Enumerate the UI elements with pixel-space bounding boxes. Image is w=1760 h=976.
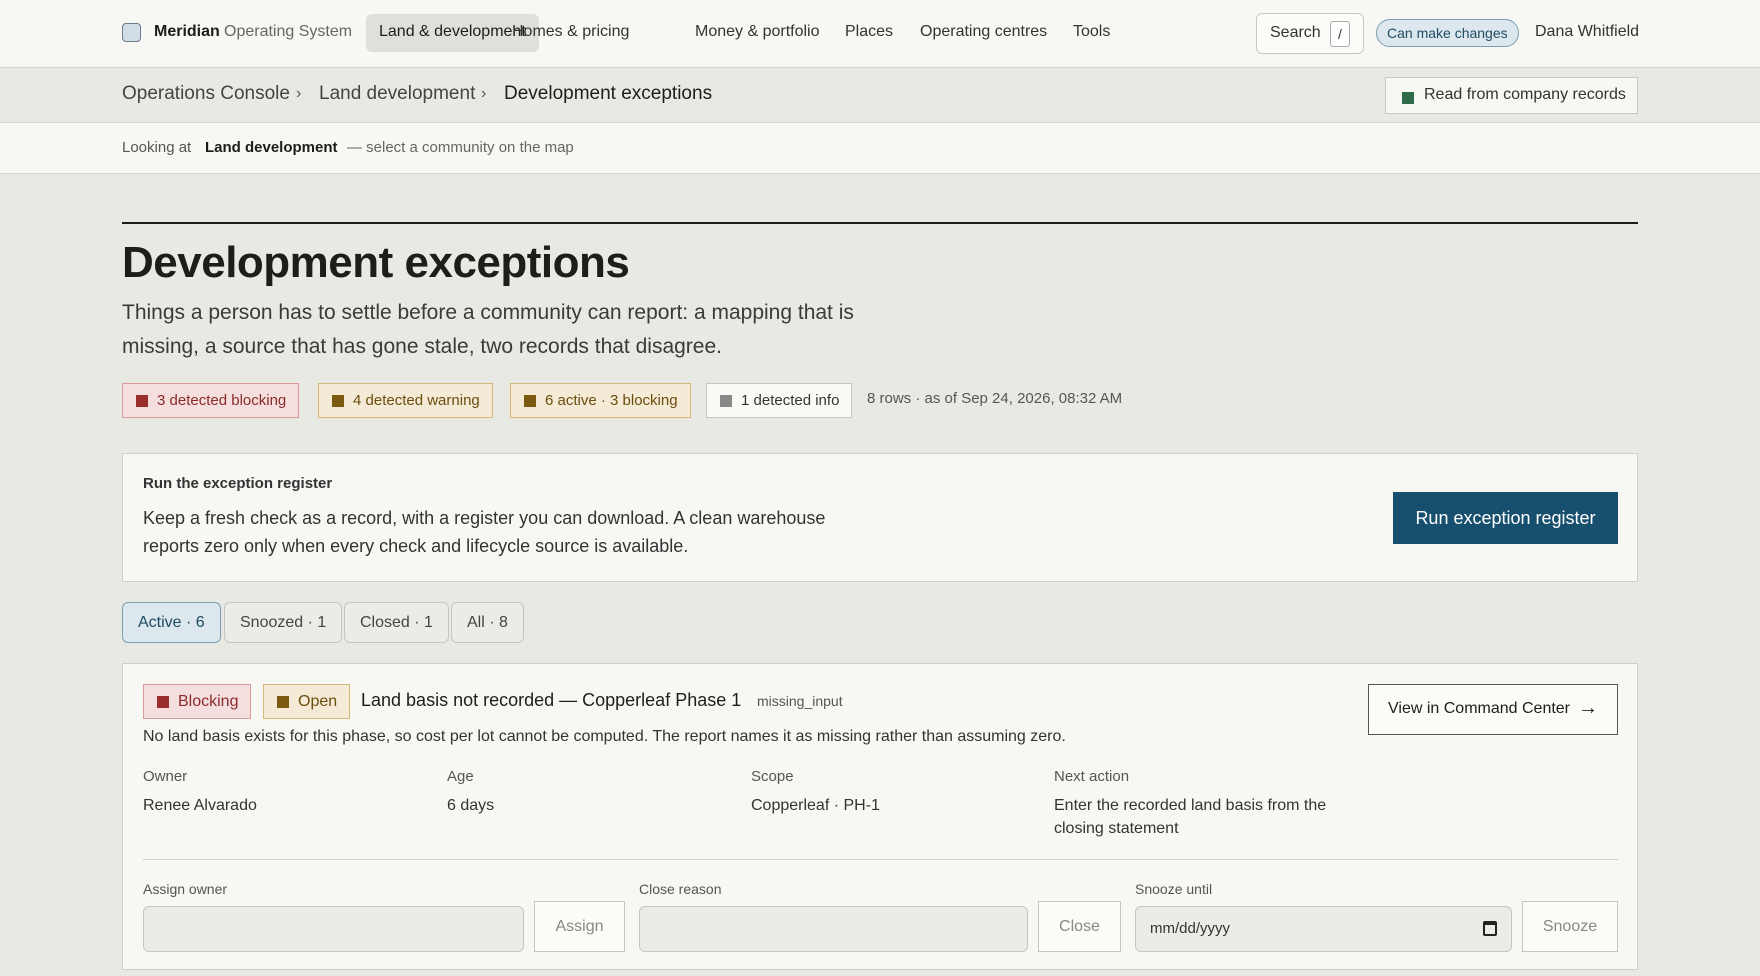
summary-chip-warning: 4 detected warning xyxy=(318,383,493,418)
snooze-date-input[interactable]: mm/dd/yyyy xyxy=(1135,906,1512,952)
nav-tools[interactable]: Tools xyxy=(1073,23,1110,41)
chevron-right-icon: › xyxy=(481,85,487,102)
brand-subtitle: Operating System xyxy=(224,23,353,40)
search-label: Search xyxy=(1270,24,1321,41)
severity-badge: Blocking xyxy=(143,684,252,719)
calendar-icon[interactable] xyxy=(1483,921,1497,936)
severity-label: Blocking xyxy=(178,693,239,710)
date-placeholder: mm/dd/yyyy xyxy=(1150,920,1231,937)
field-label-owner: Owner xyxy=(143,768,188,785)
summary-chip-blocking: 3 detected blocking xyxy=(122,383,300,418)
close-button[interactable]: Close xyxy=(1038,901,1121,952)
source-label: Read from company records xyxy=(1424,86,1626,103)
exception-title: Land basis not recorded — Copperleaf Pha… xyxy=(361,690,742,710)
breadcrumb: Operations Console › Land development › … xyxy=(0,68,1760,123)
exception-card: Blocking Open Land basis not recorded — … xyxy=(122,663,1638,970)
top-nav: Meridian Operating System Land & develop… xyxy=(0,0,1760,68)
cta-label: View in Command Center xyxy=(1388,700,1571,717)
nav-operating-centres[interactable]: Operating centres xyxy=(920,23,1047,41)
field-value-owner: Renee Alvarado xyxy=(143,797,257,814)
assign-owner-label: Assign owner xyxy=(143,881,228,897)
view-command-center-button[interactable]: View in Command Center → xyxy=(1368,684,1618,735)
context-prefix: Looking at xyxy=(122,139,192,156)
chip-label: 6 active · 3 blocking xyxy=(545,392,678,409)
permission-badge: Can make changes xyxy=(1376,19,1519,47)
rows-timestamp: 8 rows · as of Sep 24, 2026, 08:32 AM xyxy=(867,390,1123,407)
user-menu[interactable]: Dana Whitfield xyxy=(1535,23,1639,41)
chip-label: 1 detected info xyxy=(741,392,840,409)
breadcrumb-current: Development exceptions xyxy=(504,83,713,104)
divider xyxy=(143,859,1618,860)
context-bar: Looking at Land development — select a c… xyxy=(0,123,1760,174)
exception-description: No land basis exists for this phase, so … xyxy=(143,728,1066,745)
search-shortcut-key: / xyxy=(1330,21,1350,47)
close-reason-input[interactable] xyxy=(639,906,1028,952)
page-title: Development exceptions xyxy=(122,238,630,287)
tab-all[interactable]: All · 8 xyxy=(451,602,524,643)
run-panel-title: Run the exception register xyxy=(143,475,333,492)
chip-label: 3 detected blocking xyxy=(157,392,287,409)
run-register-panel: Run the exception register Keep a fresh … xyxy=(122,453,1638,582)
summary-chip-active: 6 active · 3 blocking xyxy=(510,383,691,418)
assign-owner-input[interactable] xyxy=(143,906,524,952)
field-value-scope: Copperleaf · PH-1 xyxy=(751,797,880,814)
nav-money-portfolio[interactable]: Money & portfolio xyxy=(695,23,820,41)
status-square-icon xyxy=(1402,92,1414,104)
field-label-scope: Scope xyxy=(751,768,794,785)
context-hint: — select a community on the map xyxy=(347,139,574,156)
status-square-icon xyxy=(720,395,732,407)
logo-icon[interactable] xyxy=(122,23,141,42)
tab-snoozed[interactable]: Snoozed · 1 xyxy=(224,602,343,643)
nav-homes-pricing[interactable]: Homes & pricing xyxy=(512,23,629,41)
exception-code: missing_input xyxy=(757,693,843,709)
snooze-until-label: Snooze until xyxy=(1135,881,1213,897)
field-value-next-action: Enter the recorded land basis from the c… xyxy=(1054,797,1327,837)
field-value-age: 6 days xyxy=(447,797,495,814)
chevron-right-icon: › xyxy=(296,85,302,102)
brand-name[interactable]: Meridian xyxy=(154,23,220,41)
tab-active[interactable]: Active · 6 xyxy=(122,602,221,643)
status-square-icon xyxy=(332,395,344,407)
status-square-icon xyxy=(524,395,536,407)
status-badge: Open xyxy=(263,684,351,719)
status-square-icon xyxy=(136,395,148,407)
assign-button[interactable]: Assign xyxy=(534,901,625,952)
breadcrumb-land-development[interactable]: Land development xyxy=(319,83,475,105)
breadcrumb-operations-console[interactable]: Operations Console xyxy=(122,83,290,105)
arrow-right-icon: → xyxy=(1578,697,1598,719)
run-panel-description: Keep a fresh check as a record, with a r… xyxy=(143,508,826,556)
page-description: Things a person has to settle before a c… xyxy=(122,301,854,358)
snooze-button[interactable]: Snooze xyxy=(1522,901,1618,952)
tab-closed[interactable]: Closed · 1 xyxy=(344,602,449,643)
context-value: Land development xyxy=(205,139,338,156)
status-label: Open xyxy=(298,693,338,710)
status-square-icon xyxy=(277,696,289,708)
run-exception-register-button[interactable]: Run exception register xyxy=(1393,492,1618,544)
field-label-age: Age xyxy=(447,768,474,785)
chip-label: 4 detected warning xyxy=(353,392,480,409)
summary-chip-info: 1 detected info xyxy=(706,383,853,418)
title-rule xyxy=(122,222,1638,224)
field-label-next-action: Next action xyxy=(1054,768,1130,785)
nav-places[interactable]: Places xyxy=(845,23,893,41)
close-reason-label: Close reason xyxy=(639,881,722,897)
search-button[interactable]: Search / xyxy=(1256,13,1364,54)
source-badge: Read from company records xyxy=(1385,77,1638,114)
status-square-icon xyxy=(157,696,169,708)
